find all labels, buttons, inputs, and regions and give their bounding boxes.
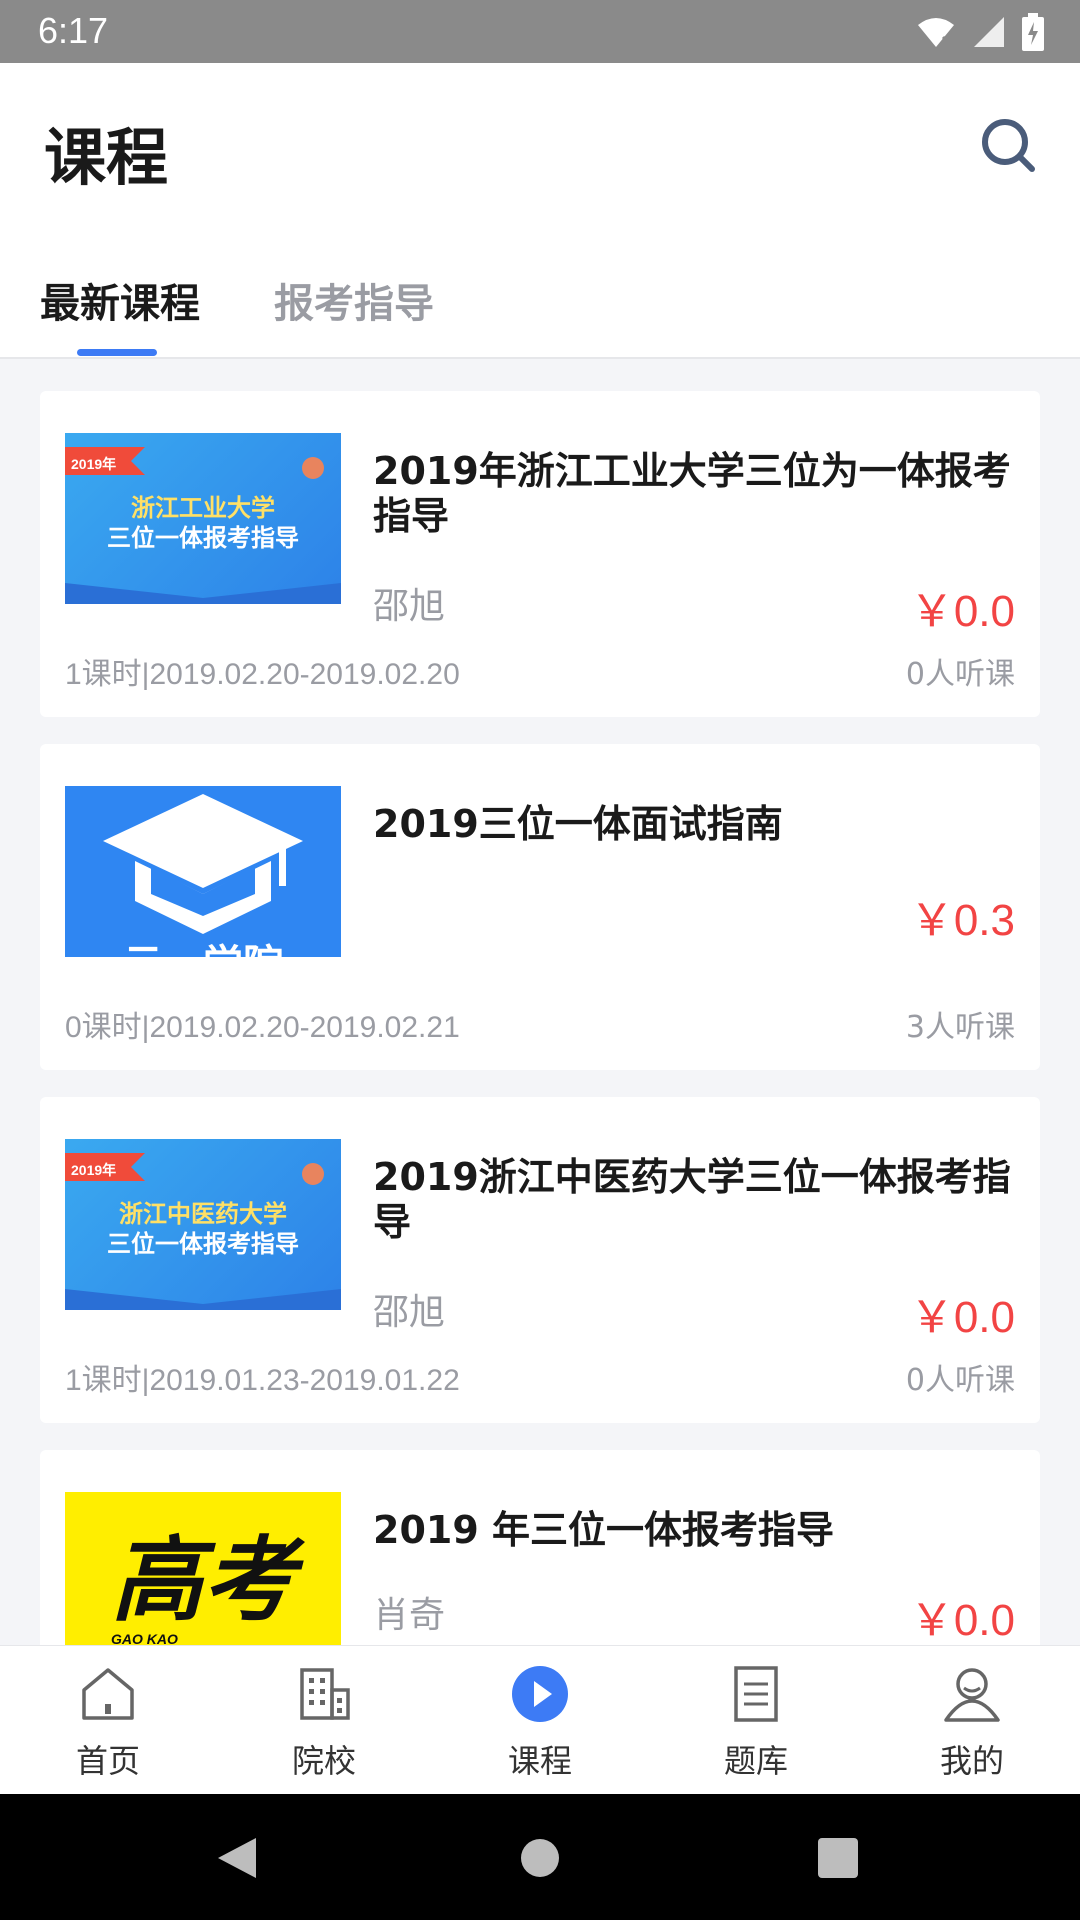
- wifi-icon: [918, 18, 954, 47]
- status-bar: 6:17: [0, 0, 1080, 63]
- tab-latest-courses[interactable]: 最新课程: [40, 271, 200, 329]
- thumbnail-caption: 云一学院: [123, 942, 283, 957]
- thumbnail-sub: GAO KAO: [111, 1631, 178, 1645]
- course-card[interactable]: 高考 GAO KAO 2019 年三位一体报考指导 肖奇 ￥0.0: [40, 1450, 1040, 1645]
- building-icon: [300, 1668, 350, 1720]
- thumbnail-line1: 浙江工业大学: [131, 494, 275, 522]
- thumbnail-logo: 高考: [111, 1527, 305, 1634]
- course-card[interactable]: 云一学院 2019三位一体面试指南 ￥0.3 0课时|2019.02.20-20…: [40, 744, 1040, 1070]
- recents-icon[interactable]: [818, 1838, 858, 1878]
- nav-item-schools[interactable]: 院校: [254, 1664, 394, 1784]
- course-price: ￥0.0: [909, 1596, 1015, 1645]
- course-price: ￥0.0: [909, 587, 1015, 636]
- course-title: 2019三位一体面试指南: [373, 802, 783, 846]
- tab-indicator: [77, 349, 157, 356]
- course-thumbnail: 高考 GAO KAO: [65, 1492, 341, 1645]
- app-header: 课程 最新课程 报考指导: [0, 63, 1080, 359]
- course-list: 2019年 浙江工业大学 三位一体报考指导 2019年浙江工业大学三位为一体报考…: [0, 361, 1080, 1645]
- course-price: ￥0.3: [909, 896, 1015, 945]
- page-title: 课程: [44, 121, 169, 194]
- thumbnail-line1: 浙江中医药大学: [119, 1200, 287, 1228]
- course-thumbnail: 2019年 浙江工业大学 三位一体报考指导: [65, 433, 341, 604]
- course-meta: 1课时|2019.02.20-2019.02.20: [65, 658, 460, 691]
- nav-label: 我的: [939, 1742, 1004, 1780]
- course-listeners: 0人听课: [905, 657, 1015, 692]
- home-icon: [82, 1668, 134, 1720]
- status-time: 6:17: [38, 10, 109, 51]
- nav-label: 院校: [291, 1742, 356, 1780]
- course-thumbnail: 2019年 浙江中医药大学 三位一体报考指导: [65, 1139, 341, 1310]
- search-button[interactable]: [978, 115, 1040, 177]
- tab-bar: 最新课程 报考指导: [0, 263, 1080, 359]
- course-card[interactable]: 2019年 浙江工业大学 三位一体报考指导 2019年浙江工业大学三位为一体报考…: [40, 391, 1040, 717]
- tab-exam-guidance[interactable]: 报考指导: [274, 271, 434, 329]
- system-nav-bar: [0, 1794, 1080, 1920]
- nav-item-profile[interactable]: 我的: [902, 1664, 1042, 1784]
- battery-icon: [1022, 13, 1044, 51]
- search-icon: [982, 119, 1035, 172]
- course-meta: 0课时|2019.02.20-2019.02.21: [65, 1011, 460, 1044]
- thumbnail-line2: 三位一体报考指导: [107, 1230, 299, 1258]
- nav-item-home[interactable]: 首页: [38, 1664, 178, 1784]
- nav-item-courses[interactable]: 课程: [470, 1664, 610, 1784]
- nav-label: 题库: [723, 1742, 788, 1780]
- thumbnail-line2: 三位一体报考指导: [107, 524, 299, 552]
- signal-icon: [974, 17, 1004, 47]
- nav-item-question-bank[interactable]: 题库: [686, 1664, 826, 1784]
- course-teacher: 邵旭: [373, 1292, 446, 1333]
- play-icon: [512, 1666, 568, 1722]
- course-title: 2019 年三位一体报考指导: [373, 1508, 834, 1552]
- course-title: 2019浙江中医药大学三位一体报考指导: [373, 1155, 1011, 1244]
- bottom-nav: 首页 院校 课程 题库 我的: [0, 1645, 1080, 1794]
- course-listeners: 0人听课: [905, 1363, 1015, 1398]
- course-meta: 1课时|2019.01.23-2019.01.22: [65, 1364, 460, 1397]
- status-icons: [916, 12, 1044, 52]
- thumbnail-badge: 2019年: [71, 1162, 116, 1178]
- nav-label: 首页: [75, 1742, 140, 1780]
- course-title: 2019年浙江工业大学三位为一体报考指导: [373, 449, 1011, 538]
- document-icon: [734, 1666, 778, 1722]
- user-icon: [944, 1668, 1000, 1722]
- course-teacher: 邵旭: [373, 586, 446, 627]
- course-price: ￥0.0: [909, 1293, 1015, 1342]
- thumbnail-badge: 2019年: [71, 456, 116, 472]
- back-icon[interactable]: [216, 1836, 258, 1880]
- course-teacher: 肖奇: [373, 1595, 446, 1636]
- course-listeners: 3人听课: [905, 1010, 1015, 1045]
- home-circle-icon[interactable]: [520, 1838, 560, 1878]
- course-card[interactable]: 2019年 浙江中医药大学 三位一体报考指导 2019浙江中医药大学三位一体报考…: [40, 1097, 1040, 1423]
- course-thumbnail: 云一学院: [65, 786, 341, 957]
- nav-label: 课程: [507, 1742, 572, 1780]
